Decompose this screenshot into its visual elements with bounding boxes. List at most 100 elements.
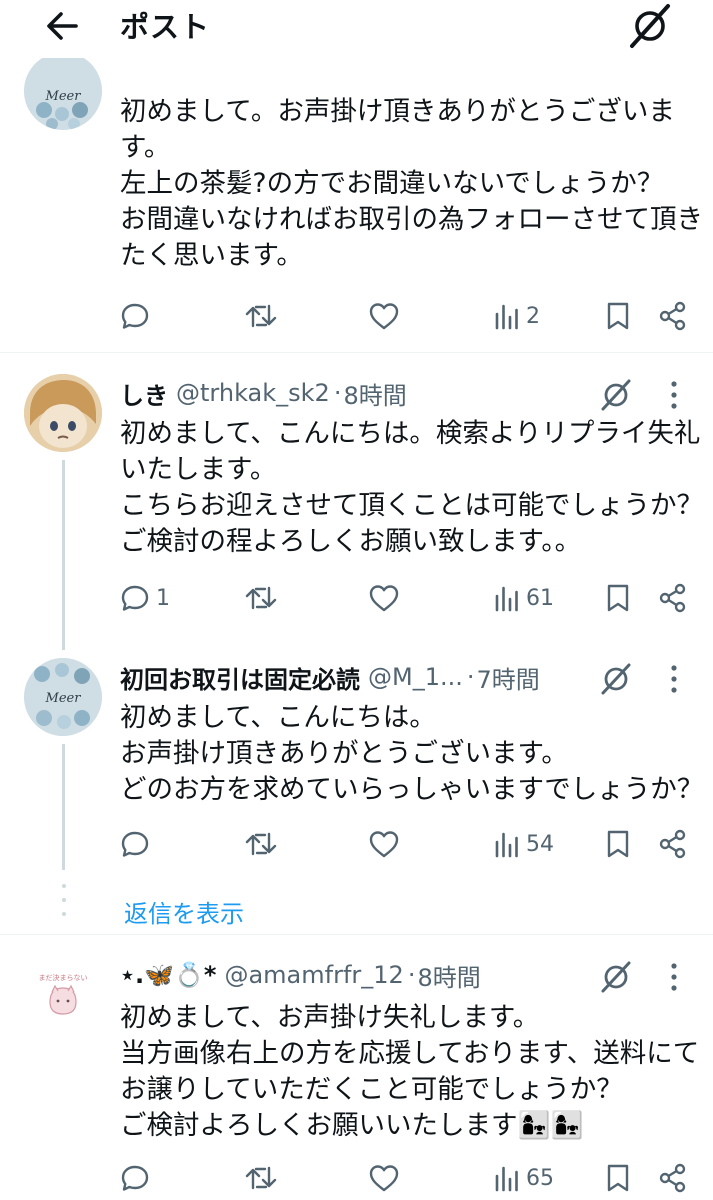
repost-button[interactable] — [244, 294, 278, 338]
views-button[interactable]: 61 — [494, 576, 554, 620]
divider — [0, 352, 713, 353]
repost-button[interactable] — [244, 576, 278, 620]
tweet-text: 初めまして。お声掛け頂きありがとうございま す。 左上の茶髪?の方でお間違いない… — [120, 96, 703, 271]
more-vertical-icon — [671, 665, 677, 693]
views-icon — [495, 304, 518, 330]
bookmark-button[interactable] — [604, 822, 632, 866]
repost-icon — [245, 586, 277, 610]
avatar[interactable]: Meer — [24, 52, 102, 130]
bookmark-button[interactable] — [604, 576, 632, 620]
timestamp[interactable]: 8時間 — [417, 958, 480, 993]
reply-button[interactable] — [120, 1156, 150, 1200]
back-button[interactable] — [40, 6, 88, 46]
views-count: 54 — [526, 831, 554, 857]
repost-icon — [245, 832, 277, 856]
grok-icon — [601, 961, 631, 993]
display-name[interactable]: 初回お取引は固定必読 — [120, 660, 360, 695]
repost-icon — [245, 304, 277, 328]
tweet-actions: 2 — [0, 294, 713, 338]
grok-explain-button[interactable] — [598, 959, 634, 995]
user-handle[interactable]: @M_1... — [368, 663, 463, 691]
bookmark-button[interactable] — [604, 1156, 632, 1200]
separator: · — [407, 961, 416, 989]
more-options-button[interactable] — [667, 661, 681, 697]
tweet-actions: 65 — [0, 1156, 713, 1200]
timestamp[interactable]: 8時間 — [343, 376, 406, 411]
views-button[interactable]: 2 — [494, 294, 540, 338]
avatar-logo-text: Meer — [45, 89, 82, 104]
views-count: 61 — [526, 585, 554, 611]
grok-button[interactable] — [624, 2, 676, 50]
heart-icon — [369, 303, 399, 330]
reply-icon — [121, 303, 149, 329]
share-icon — [659, 301, 686, 331]
more-options-button[interactable] — [667, 959, 681, 995]
header-bar: ポスト — [0, 0, 713, 58]
grok-icon — [601, 663, 631, 695]
share-button[interactable] — [658, 822, 688, 866]
heart-icon — [369, 831, 399, 858]
repost-button[interactable] — [244, 822, 278, 866]
like-button[interactable] — [368, 1156, 400, 1200]
views-icon — [495, 586, 518, 612]
tweet-text: 初めまして、こんにちは。 お声掛け頂きありがとうございます。 どのお方を求めてい… — [120, 702, 704, 805]
share-button[interactable] — [658, 1156, 688, 1200]
reply-icon — [121, 1165, 149, 1191]
reply-count: 1 — [156, 585, 170, 611]
avatar[interactable]: Meer — [24, 658, 102, 736]
bookmark-icon — [607, 830, 629, 858]
grok-explain-button[interactable] — [598, 661, 634, 697]
views-icon — [495, 1166, 518, 1192]
share-icon — [659, 829, 686, 859]
more-options-button[interactable] — [667, 377, 681, 413]
reply-button[interactable] — [120, 822, 150, 866]
grok-explain-button[interactable] — [598, 377, 634, 413]
tweet-text: 初めまして、お声掛け失礼します。 当方画像右上の方を応援しております、送料にて … — [120, 1002, 700, 1141]
share-button[interactable] — [658, 576, 688, 620]
show-replies-link[interactable]: 返信を表示 — [124, 894, 244, 929]
share-icon — [659, 1163, 686, 1193]
grok-icon — [630, 4, 670, 48]
like-button[interactable] — [368, 576, 400, 620]
tweet-text: 初めまして、こんにちは。検索よりリプライ失礼 いたします。 こちらお迎えさせて頂… — [120, 418, 703, 557]
tweet-actions: 1 61 — [0, 576, 713, 620]
like-button[interactable] — [368, 822, 400, 866]
grok-icon — [601, 379, 631, 411]
reply-button[interactable]: 1 — [120, 576, 170, 620]
divider — [0, 934, 713, 935]
user-handle[interactable]: @trhkak_sk2 — [176, 379, 330, 407]
arrow-left-icon — [47, 12, 78, 40]
tweet-header: ⋆.🦋💍* @amamfrfr_12 · 8時間 — [120, 958, 481, 992]
share-button[interactable] — [658, 294, 688, 338]
share-icon — [659, 583, 686, 613]
avatar[interactable]: まだ決まらない — [24, 956, 102, 1034]
more-vertical-icon — [671, 963, 677, 991]
display-name[interactable]: ⋆.🦋💍* — [120, 961, 216, 989]
avatar-logo-text: まだ決まらない — [39, 973, 88, 982]
separator: · — [333, 379, 342, 407]
tweet-header: 初回お取引は固定必読 @M_1... · 7時間 — [120, 660, 540, 694]
reply-icon — [121, 585, 149, 611]
avatar[interactable] — [24, 374, 102, 452]
page-title: ポスト — [120, 10, 211, 44]
display-name[interactable]: しき — [120, 376, 168, 411]
bookmark-button[interactable] — [604, 294, 632, 338]
tweet-header: しき @trhkak_sk2 · 8時間 — [120, 376, 407, 410]
views-button[interactable]: 54 — [494, 822, 554, 866]
views-icon — [495, 832, 518, 858]
user-handle[interactable]: @amamfrfr_12 — [224, 961, 403, 989]
heart-icon — [369, 1165, 399, 1192]
repost-button[interactable] — [244, 1156, 278, 1200]
heart-icon — [369, 585, 399, 612]
repost-icon — [245, 1166, 277, 1190]
thread-line — [62, 460, 65, 650]
reply-icon — [121, 831, 149, 857]
timestamp[interactable]: 7時間 — [477, 660, 540, 695]
like-button[interactable] — [368, 294, 400, 338]
views-count: 65 — [526, 1165, 554, 1191]
tweet-actions: 54 — [0, 822, 713, 866]
reply-button[interactable] — [120, 294, 150, 338]
views-button[interactable]: 65 — [494, 1156, 554, 1200]
thread-dots — [62, 884, 66, 916]
views-count: 2 — [526, 303, 540, 329]
